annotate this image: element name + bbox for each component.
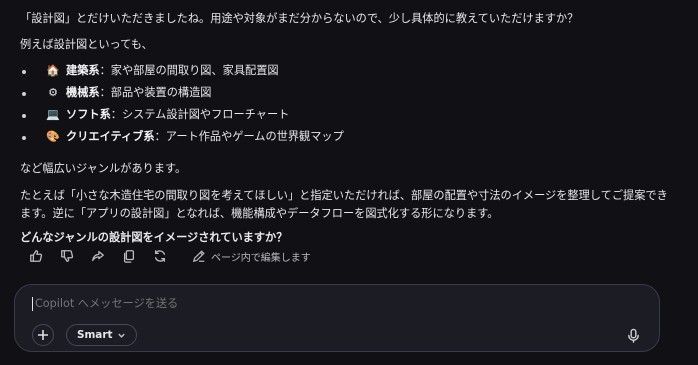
house-icon: 🏠 <box>46 64 60 77</box>
pen-icon <box>192 250 205 263</box>
message-composer: Smart <box>14 284 660 352</box>
list-item: 🎨 クリエイティブ系：アート作品やゲームの世界観マップ <box>20 128 344 146</box>
thumbs-down-icon <box>61 250 74 262</box>
message-examples-lead: 例えば設計図といっても、 <box>20 38 153 51</box>
message-intro: 「設計図」とだけいただきましたね。用途や対象がまだ分からないので、少し具体的に教… <box>20 12 579 25</box>
message-input[interactable] <box>33 296 597 311</box>
add-attachment-button[interactable] <box>32 324 54 346</box>
plus-icon <box>38 330 48 340</box>
palette-icon: 🎨 <box>46 130 60 143</box>
list-item-desc: ：アート作品やゲームの世界観マップ <box>154 130 344 143</box>
list-item: 💻 ソフト系：システム設計図やフローチャート <box>20 106 344 124</box>
thumbs-down-button[interactable] <box>58 247 76 265</box>
mode-selector-button[interactable]: Smart <box>66 324 138 346</box>
genre-list: 🏠 建築系：家や部屋の間取り図、家具配置図 ⚙ 機械系：部品や装置の構造図 💻 ソフト… <box>20 62 344 150</box>
list-item-desc: ：部品や装置の構造図 <box>99 86 212 99</box>
list-item: ⚙ 機械系：部品や装置の構造図 <box>20 84 344 102</box>
list-item-term: クリエイティブ系 <box>66 130 155 143</box>
laptop-icon: 💻 <box>46 108 60 121</box>
message-variety: など幅広いジャンルがあります。 <box>20 162 187 175</box>
message-actions: ページ内で編集します <box>27 246 311 266</box>
edit-in-page-button[interactable]: ページ内で編集します <box>192 249 311 264</box>
message-example-detail: たとえば「小さな木造住宅の間取り図を考えてほしい」と指定いただければ、部屋の配置… <box>20 189 668 220</box>
copy-icon <box>123 250 135 263</box>
list-item-term: 建築系 <box>66 64 100 77</box>
edit-in-page-label: ページ内で編集します <box>211 252 311 264</box>
list-item-term: 機械系 <box>66 86 100 99</box>
share-button[interactable] <box>89 247 107 265</box>
thumbs-up-button[interactable] <box>27 247 45 265</box>
mode-selector-label: Smart <box>77 329 113 341</box>
share-icon <box>92 250 104 262</box>
regenerate-button[interactable] <box>151 247 169 265</box>
chevron-down-icon <box>118 333 126 338</box>
refresh-icon <box>154 250 166 262</box>
list-item-desc: ：家や部屋の間取り図、家具配置図 <box>99 64 279 77</box>
list-item-desc: ：システム設計図やフローチャート <box>110 108 290 121</box>
thumbs-up-icon <box>30 250 43 262</box>
message-question: どんなジャンルの設計図をイメージされていますか？ <box>20 231 288 244</box>
copy-button[interactable] <box>120 247 138 265</box>
list-item: 🏠 建築系：家や部屋の間取り図、家具配置図 <box>20 62 344 80</box>
microphone-button[interactable] <box>623 325 643 345</box>
text-caret <box>32 297 33 311</box>
gear-icon: ⚙ <box>48 86 58 99</box>
microphone-icon <box>627 328 639 343</box>
list-item-term: ソフト系 <box>66 108 111 121</box>
